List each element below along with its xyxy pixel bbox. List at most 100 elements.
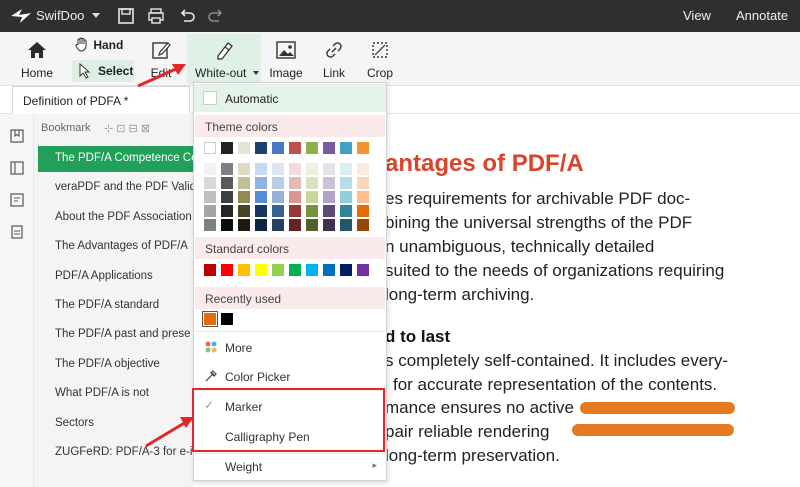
theme-color-swatch[interactable] (204, 142, 216, 154)
standard-color-swatch[interactable] (204, 264, 216, 276)
document-tab[interactable]: Definition of PDFA * (12, 86, 190, 114)
menu-annotate[interactable]: Annotate (736, 8, 788, 23)
theme-color-shade-swatch[interactable] (323, 191, 335, 203)
standard-color-swatch[interactable] (357, 264, 369, 276)
theme-color-shade-swatch[interactable] (204, 219, 216, 231)
theme-color-shade-swatch[interactable] (323, 177, 335, 189)
theme-color-shade-swatch[interactable] (289, 177, 301, 189)
theme-color-shade-swatch[interactable] (272, 205, 284, 217)
more-colors-item[interactable]: More (195, 333, 385, 361)
app-menu-caret-icon[interactable] (92, 13, 100, 18)
theme-color-shade-swatch[interactable] (357, 191, 369, 203)
theme-color-shade-swatch[interactable] (204, 163, 216, 175)
recent-color-swatch[interactable] (221, 313, 233, 325)
thumbnail-panel-icon[interactable] (9, 160, 25, 176)
theme-color-shade-swatch[interactable] (306, 191, 318, 203)
standard-color-swatch[interactable] (221, 264, 233, 276)
undo-icon[interactable] (177, 6, 197, 26)
print-icon[interactable] (146, 6, 166, 26)
theme-color-shade-swatch[interactable] (221, 163, 233, 175)
bookmark-item[interactable]: The PDF/A objective (38, 352, 194, 378)
standard-color-swatch[interactable] (238, 264, 250, 276)
theme-color-shade-swatch[interactable] (289, 191, 301, 203)
bookmark-panel-icon[interactable] (9, 128, 25, 144)
theme-color-shade-swatch[interactable] (340, 177, 352, 189)
weight-item[interactable]: Weight ▸ (195, 452, 385, 480)
theme-color-shade-swatch[interactable] (306, 219, 318, 231)
theme-color-shade-swatch[interactable] (221, 205, 233, 217)
recent-color-swatch[interactable] (202, 311, 218, 327)
theme-color-shade-swatch[interactable] (238, 163, 250, 175)
bookmark-item[interactable]: PDF/A Applications (38, 264, 194, 290)
theme-color-shade-swatch[interactable] (238, 219, 250, 231)
theme-color-shade-swatch[interactable] (255, 219, 267, 231)
theme-color-swatch[interactable] (289, 142, 301, 154)
bookmark-item[interactable]: veraPDF and the PDF Valid (38, 175, 194, 201)
bookmark-item[interactable]: The PDF/A standard (38, 293, 194, 319)
edit-button[interactable]: Edit (144, 34, 178, 82)
standard-color-swatch[interactable] (340, 264, 352, 276)
theme-color-shade-swatch[interactable] (221, 219, 233, 231)
theme-color-shade-swatch[interactable] (340, 163, 352, 175)
theme-color-shade-swatch[interactable] (340, 205, 352, 217)
theme-color-shade-swatch[interactable] (238, 205, 250, 217)
theme-color-swatch[interactable] (357, 142, 369, 154)
theme-color-shade-swatch[interactable] (272, 163, 284, 175)
bookmark-item[interactable]: The Advantages of PDF/A (38, 234, 194, 260)
theme-color-shade-swatch[interactable] (221, 177, 233, 189)
theme-color-shade-swatch[interactable] (272, 177, 284, 189)
theme-color-shade-swatch[interactable] (357, 163, 369, 175)
app-name[interactable]: SwifDoo (36, 8, 84, 23)
theme-color-shade-swatch[interactable] (289, 219, 301, 231)
theme-color-shade-swatch[interactable] (238, 191, 250, 203)
theme-color-shade-swatch[interactable] (340, 219, 352, 231)
theme-color-shade-swatch[interactable] (306, 163, 318, 175)
theme-color-swatch[interactable] (238, 142, 250, 154)
bookmark-item[interactable]: About the PDF Association (38, 205, 194, 231)
theme-color-shade-swatch[interactable] (204, 205, 216, 217)
theme-color-swatch[interactable] (255, 142, 267, 154)
bookmark-item[interactable]: The PDF/A past and prese (38, 322, 194, 348)
theme-color-swatch[interactable] (272, 142, 284, 154)
crop-button[interactable]: Crop (362, 34, 398, 82)
bookmark-tools-icon[interactable]: ⊹ ⊡ ⊟ ⊠ (104, 122, 150, 135)
bookmark-item[interactable]: Sectors (38, 411, 194, 437)
bookmark-item[interactable]: What PDF/A is not (38, 381, 194, 407)
bookmark-item[interactable]: ZUGFeRD: PDF/A-3 for e-in (38, 440, 194, 466)
theme-color-shade-swatch[interactable] (238, 177, 250, 189)
save-icon[interactable] (116, 6, 136, 26)
theme-color-shade-swatch[interactable] (323, 163, 335, 175)
theme-color-shade-swatch[interactable] (323, 205, 335, 217)
link-button[interactable]: Link (316, 34, 352, 82)
theme-color-swatch[interactable] (323, 142, 335, 154)
marker-annotation[interactable] (572, 424, 734, 436)
theme-color-shade-swatch[interactable] (340, 191, 352, 203)
theme-color-shade-swatch[interactable] (255, 163, 267, 175)
whiteout-button[interactable]: White-out (187, 34, 261, 84)
theme-color-shade-swatch[interactable] (357, 219, 369, 231)
theme-color-shade-swatch[interactable] (255, 177, 267, 189)
home-button[interactable]: Home (14, 34, 60, 82)
theme-color-shade-swatch[interactable] (221, 191, 233, 203)
bookmark-item[interactable]: The PDF/A Competence Ce (38, 146, 194, 172)
automatic-color-option[interactable]: Automatic (194, 84, 386, 112)
theme-color-shade-swatch[interactable] (255, 191, 267, 203)
theme-color-shade-swatch[interactable] (323, 219, 335, 231)
theme-color-swatch[interactable] (306, 142, 318, 154)
theme-color-shade-swatch[interactable] (255, 205, 267, 217)
standard-color-swatch[interactable] (323, 264, 335, 276)
color-picker-item[interactable]: Color Picker (195, 362, 385, 390)
select-button[interactable]: Select (72, 60, 134, 82)
theme-color-swatch[interactable] (221, 142, 233, 154)
theme-color-shade-swatch[interactable] (289, 205, 301, 217)
theme-color-shade-swatch[interactable] (272, 191, 284, 203)
theme-color-shade-swatch[interactable] (357, 205, 369, 217)
theme-color-shade-swatch[interactable] (289, 163, 301, 175)
image-button[interactable]: Image (266, 34, 306, 82)
theme-color-swatch[interactable] (340, 142, 352, 154)
attachment-panel-icon[interactable] (9, 224, 25, 240)
theme-color-shade-swatch[interactable] (306, 205, 318, 217)
menu-view[interactable]: View (683, 8, 711, 23)
standard-color-swatch[interactable] (289, 264, 301, 276)
standard-color-swatch[interactable] (306, 264, 318, 276)
